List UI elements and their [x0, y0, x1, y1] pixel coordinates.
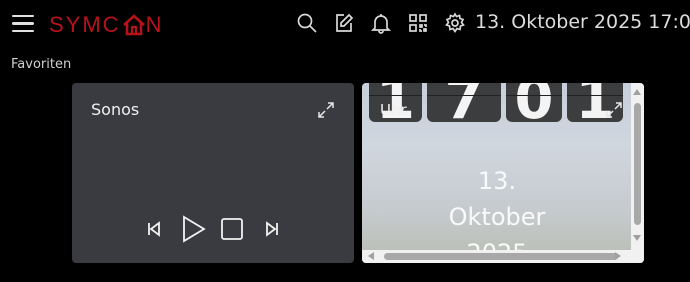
expand-icon[interactable] [317, 101, 335, 119]
top-bar: SYMC N 13. Oktober 2025 17:01 [0, 0, 690, 50]
symcon-logo[interactable]: SYMC N [49, 10, 163, 40]
clock-tile[interactable]: 1 7 0 1 Uhr 13. Oktober 2025 [362, 83, 644, 263]
sonos-title: Sonos [91, 100, 140, 119]
bell-icon[interactable] [370, 12, 392, 34]
expand-icon[interactable] [605, 101, 623, 119]
scroll-up-arrow-icon[interactable] [633, 89, 641, 95]
play-icon[interactable] [179, 215, 207, 243]
flip-digit-2: 7 [427, 83, 501, 128]
logo-text-right: N [145, 12, 164, 37]
horizontal-scrollbar[interactable] [362, 250, 644, 263]
qr-code-icon[interactable] [407, 12, 429, 34]
section-title: Favoriten [11, 57, 72, 72]
previous-icon[interactable] [146, 221, 162, 237]
logo-text-left: SYMC [49, 12, 121, 37]
flip-digit-3: 0 [506, 83, 562, 128]
clock-digit: 7 [444, 83, 484, 132]
header-datetime: 13. Oktober 2025 17:01 [475, 11, 690, 33]
vertical-scrollbar[interactable] [631, 83, 644, 250]
gear-icon[interactable] [444, 12, 466, 34]
logo-house-icon [122, 14, 146, 36]
search-icon[interactable] [296, 12, 318, 34]
clock-digit: 0 [514, 83, 554, 132]
menu-icon[interactable] [12, 15, 34, 33]
horizontal-scroll-thumb[interactable] [384, 253, 618, 260]
scroll-left-arrow-icon[interactable] [368, 252, 374, 260]
sonos-tile[interactable]: Sonos [72, 83, 354, 263]
next-icon[interactable] [264, 221, 280, 237]
stop-icon[interactable] [220, 217, 244, 241]
edit-icon[interactable] [333, 12, 355, 34]
clock-label: Uhr [380, 101, 407, 119]
clock-date-month: Oktober [448, 203, 546, 231]
vertical-scroll-thumb[interactable] [634, 103, 641, 225]
scroll-down-arrow-icon[interactable] [633, 235, 641, 241]
scroll-right-arrow-icon[interactable] [615, 252, 621, 260]
clock-date-day: 13. [477, 167, 517, 195]
